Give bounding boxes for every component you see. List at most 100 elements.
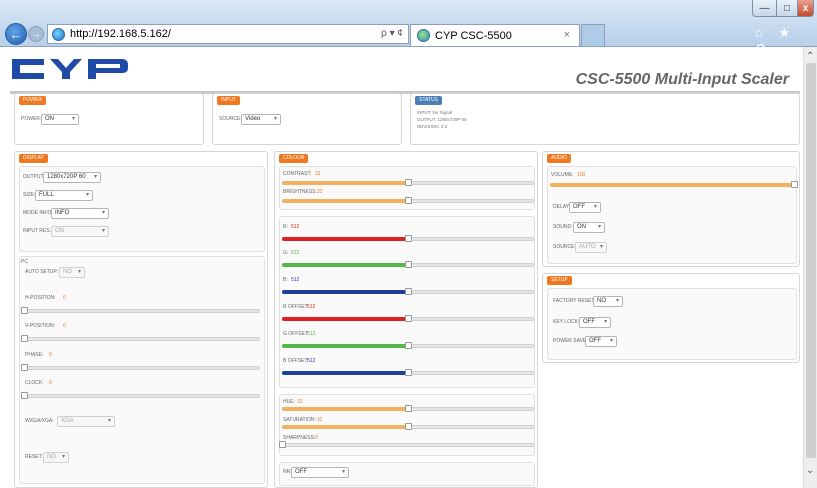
phase-label: PHASE:	[25, 352, 44, 358]
minimize-button[interactable]: —	[752, 0, 777, 17]
scroll-thumb[interactable]	[806, 63, 816, 458]
power-panel-title: POWER	[19, 96, 46, 105]
output-select[interactable]: 1280x720P 60	[43, 172, 101, 183]
wxga-select[interactable]: XGA	[57, 416, 115, 427]
v-position-slider[interactable]	[24, 337, 260, 341]
clock-slider-handle[interactable]	[21, 392, 28, 399]
pc-group	[19, 256, 265, 484]
scroll-up-icon[interactable]: ⌃	[806, 51, 814, 62]
g-slider-handle[interactable]	[405, 261, 412, 268]
b-value: 512	[291, 277, 300, 283]
contrast-value: 32	[315, 171, 321, 177]
saturation-slider-fill	[282, 425, 408, 429]
tab-title: CYP CSC-5500	[435, 29, 512, 42]
power-panel: POWER POWER: ON	[14, 93, 204, 145]
factory-reset-select[interactable]: NO	[593, 296, 623, 307]
brightness-slider-fill	[282, 199, 408, 203]
reset-select[interactable]: NO	[43, 452, 69, 463]
brightness-value: 32	[317, 189, 323, 195]
address-url[interactable]: http://192.168.5.162/	[70, 28, 171, 40]
tab-active[interactable]: CYP CSC-5500 ×	[410, 24, 580, 46]
new-tab-button[interactable]	[581, 24, 605, 46]
scroll-down-icon[interactable]: ⌄	[806, 465, 814, 476]
sharpness-value: 0	[315, 435, 318, 441]
sound-label: SOUND:	[553, 224, 573, 230]
address-bar[interactable]: http://192.168.5.162/ ρ ▾ ¢	[47, 24, 409, 44]
r-offset-value: 512	[307, 304, 316, 310]
r-offset-slider-fill	[282, 317, 408, 321]
h-position-label: H-POSITION:	[25, 295, 56, 301]
audio-source-select[interactable]: AUTO	[575, 242, 607, 253]
b-label: B:	[283, 277, 288, 283]
power-save-select[interactable]: OFF	[585, 336, 617, 347]
sharpness-slider[interactable]	[282, 443, 534, 447]
b-offset-value: 512	[307, 358, 316, 364]
colour-panel-title: COLOUR	[279, 154, 309, 163]
hue-slider-handle[interactable]	[405, 405, 412, 412]
saturation-slider-handle[interactable]	[405, 423, 412, 430]
clock-label: CLOCK:	[25, 380, 44, 386]
power-select[interactable]: ON	[41, 114, 79, 125]
mode-info-select[interactable]: INFO	[51, 208, 109, 219]
factory-reset-label: FACTORY RESET:	[553, 298, 596, 304]
pc-label: PC	[21, 259, 28, 265]
b-slider-handle[interactable]	[405, 288, 412, 295]
key-lock-label: KEY LOCK:	[553, 319, 580, 325]
ie-page-icon	[52, 27, 65, 41]
h-position-value: 0	[63, 295, 66, 301]
h-position-slider[interactable]	[24, 309, 260, 313]
tab-close-icon[interactable]: ×	[564, 29, 570, 41]
contrast-slider-handle[interactable]	[405, 179, 412, 186]
input-source-label: SOURCE:	[219, 116, 242, 122]
wxga-label: WXGA/XGA:	[25, 418, 54, 424]
b-offset-slider-handle[interactable]	[405, 369, 412, 376]
output-label: OUTPUT:	[23, 174, 45, 180]
r-offset-slider-handle[interactable]	[405, 315, 412, 322]
brightness-slider-handle[interactable]	[405, 197, 412, 204]
size-select[interactable]: FULL	[35, 190, 93, 201]
b-offset-slider-fill	[282, 371, 408, 375]
power-save-label: POWER SAVE:	[553, 338, 588, 344]
back-button[interactable]: ←	[5, 23, 27, 45]
r-slider-fill	[282, 237, 408, 241]
delay-select[interactable]: OFF	[569, 202, 601, 213]
maximize-button[interactable]: □	[776, 0, 798, 17]
g-offset-value: 512	[307, 331, 316, 337]
mode-info-label: MODE INFO:	[23, 210, 53, 216]
phase-slider-handle[interactable]	[21, 364, 28, 371]
size-label: SIZE:	[23, 192, 36, 198]
g-offset-slider-handle[interactable]	[405, 342, 412, 349]
clock-slider[interactable]	[24, 394, 260, 398]
setup-panel-title: SETUP	[547, 276, 572, 285]
phase-slider[interactable]	[24, 366, 260, 370]
r-slider-handle[interactable]	[405, 235, 412, 242]
close-button[interactable]: x	[797, 0, 814, 17]
sharpness-slider-handle[interactable]	[279, 441, 286, 448]
v-position-slider-handle[interactable]	[21, 335, 28, 342]
auto-setup-select[interactable]: NO	[59, 267, 85, 278]
g-slider-fill	[282, 263, 408, 267]
audio-panel: AUDIO VOLUME: 100 DELAY: OFF SOUND: ON S…	[542, 151, 800, 267]
nr-select[interactable]: OFF	[291, 467, 349, 478]
forward-button[interactable]: →	[28, 26, 44, 42]
sound-select[interactable]: ON	[573, 222, 605, 233]
volume-slider-handle[interactable]	[791, 181, 798, 188]
g-offset-slider-fill	[282, 344, 408, 348]
vertical-scrollbar[interactable]: ⌃ ⌄	[803, 47, 817, 488]
h-position-slider-handle[interactable]	[21, 307, 28, 314]
window-titlebar: — □ x	[0, 0, 817, 22]
r-label: R:	[283, 224, 288, 230]
key-lock-select[interactable]: OFF	[579, 317, 611, 328]
input-res-select[interactable]: ON	[51, 226, 109, 237]
v-position-value: 0	[63, 323, 66, 329]
search-refresh-icon[interactable]: ρ ▾ ¢	[381, 28, 403, 39]
contrast-slider-fill	[282, 181, 408, 185]
cyp-logo	[12, 59, 128, 79]
input-source-select[interactable]: Video	[241, 114, 281, 125]
g-offset-label: G OFFSET:	[283, 331, 309, 337]
delay-label: DELAY:	[553, 204, 571, 210]
reset-label: RESET:	[25, 454, 43, 460]
brightness-label: BRIGHTNESS:	[283, 189, 317, 195]
power-label: POWER:	[21, 116, 42, 122]
input-res-label: INPUT RES.:	[23, 228, 53, 234]
